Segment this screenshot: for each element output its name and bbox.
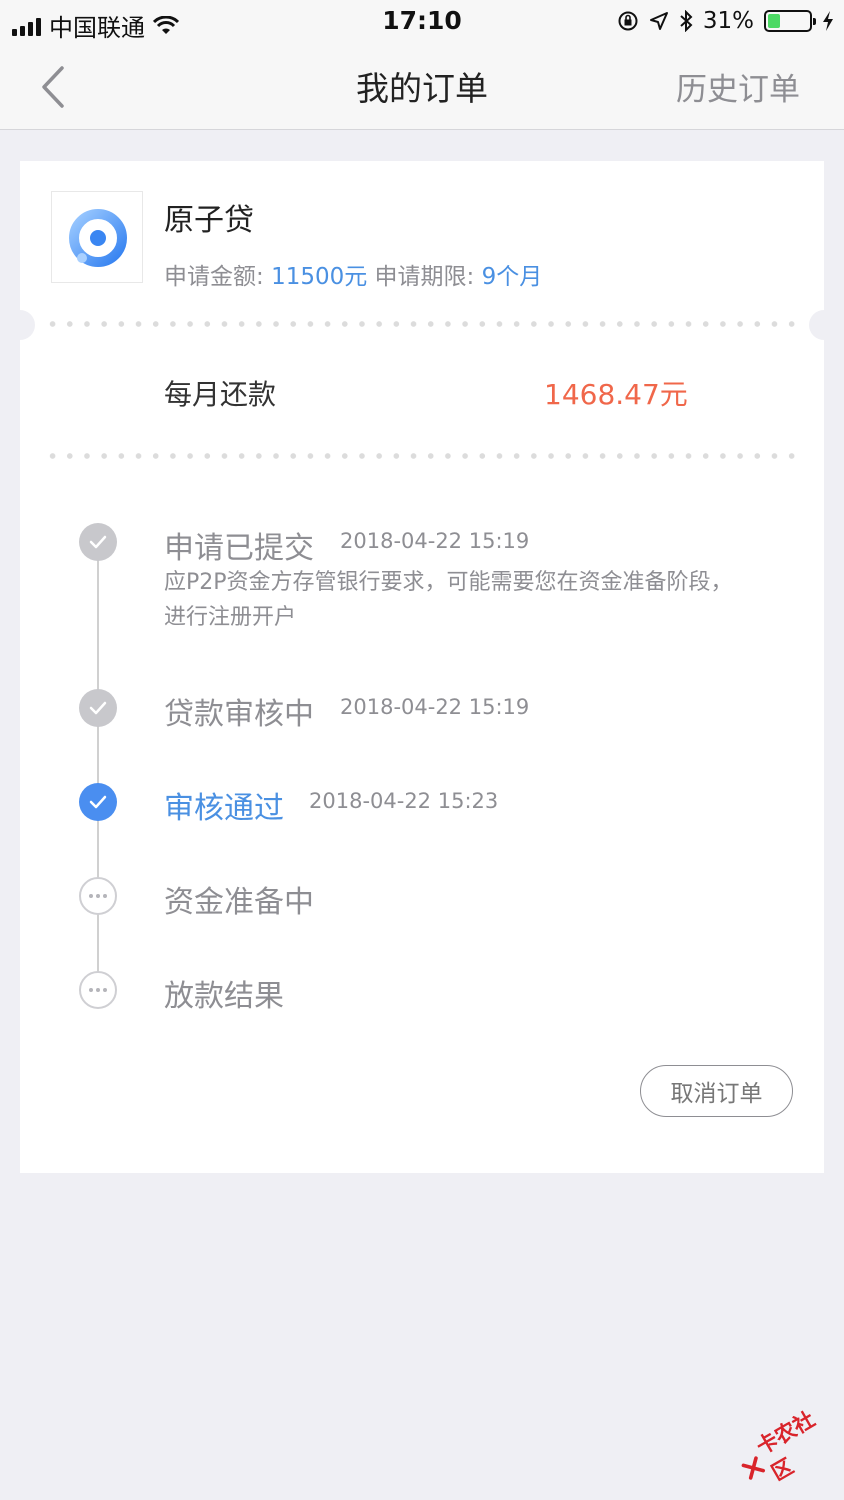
cancel-order-button[interactable]: 取消订单 [640, 1065, 793, 1117]
timeline-step-title: 贷款审核中 [164, 697, 314, 732]
timeline-step-title: 申请已提交 [164, 531, 314, 566]
status-right: 31% [617, 8, 834, 34]
timeline-step-time: 2018-04-22 15:19 [340, 695, 530, 719]
check-icon [79, 783, 117, 821]
bluetooth-icon [680, 10, 693, 32]
product-logo [51, 191, 143, 283]
ticket-notch-right [809, 310, 839, 340]
amount-value: 11500元 [271, 264, 368, 290]
watermark: 卡农社区 [730, 1397, 844, 1499]
monthly-payment-label: 每月还款 [164, 378, 277, 411]
term-value: 9个月 [481, 264, 543, 290]
battery-percent: 31% [702, 8, 754, 34]
term-label: 申请期限: [374, 264, 482, 290]
timeline-step-title: 资金准备中 [164, 885, 314, 920]
loan-info: 申请金额: 11500元 申请期限: 9个月 [164, 257, 542, 291]
timeline-step-time: 2018-04-22 15:19 [340, 529, 530, 553]
order-card: 原子贷 申请金额: 11500元 申请期限: 9个月 每月还款 1468.47元… [5, 161, 839, 1173]
amount-label: 申请金额: [164, 264, 272, 290]
timeline-step-title: 审核通过 [164, 791, 284, 826]
atom-logo-icon [69, 209, 127, 267]
timeline-step-time: 2018-04-22 15:23 [309, 789, 499, 813]
location-icon [649, 12, 668, 30]
check-icon [79, 689, 117, 727]
monthly-payment-value: 1468.47元 [544, 378, 688, 411]
nav-bar: 我的订单 历史订单 [0, 44, 844, 130]
dotted-divider [44, 453, 800, 459]
charging-icon [823, 11, 833, 31]
dotted-divider [44, 321, 800, 327]
timeline-line [97, 560, 99, 990]
rotation-lock-icon [618, 11, 638, 31]
history-orders-button[interactable]: 历史订单 [676, 64, 800, 109]
status-bar: 中国联通 17:10 31% [0, 0, 844, 44]
timeline-step-desc: 应P2P资金方存管银行要求，可能需要您在资金准备阶段，进行注册开户 [164, 570, 733, 630]
more-dots-icon [79, 877, 117, 915]
more-dots-icon [79, 971, 117, 1009]
check-icon [79, 523, 117, 561]
ticket-notch-left [5, 310, 35, 340]
battery-icon [764, 10, 816, 32]
timeline-step-title: 放款结果 [164, 979, 284, 1014]
product-name: 原子贷 [164, 203, 254, 238]
